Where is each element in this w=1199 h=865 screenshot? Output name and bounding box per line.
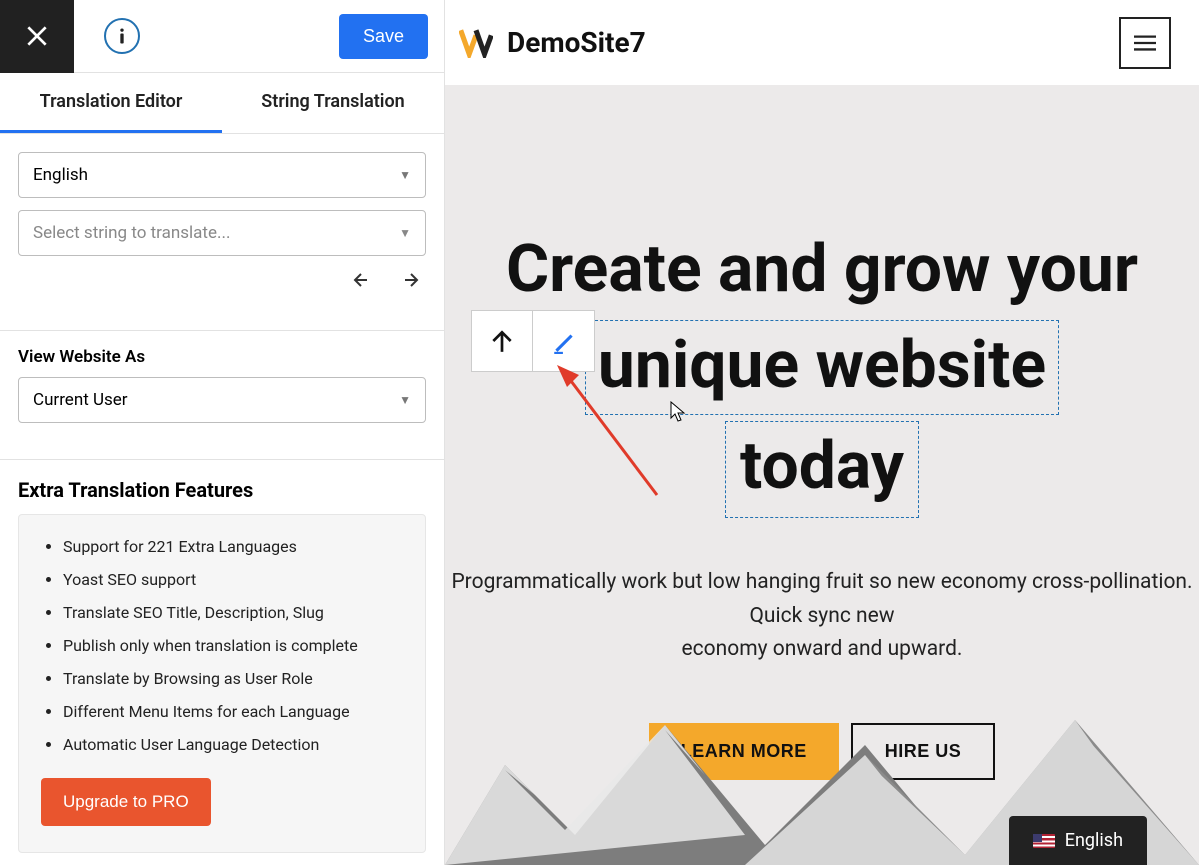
chevron-down-icon: ▼: [399, 168, 411, 182]
site-logo-icon: [459, 28, 493, 58]
info-icon: [112, 26, 132, 46]
string-select-placeholder: Select string to translate...: [33, 223, 230, 243]
arrow-up-icon: [489, 328, 515, 354]
features-list: Support for 221 Extra Languages Yoast SE…: [63, 537, 403, 754]
feature-item: Translate SEO Title, Description, Slug: [63, 603, 403, 622]
language-select-value: English: [33, 165, 88, 185]
site-title: DemoSite7: [507, 26, 646, 59]
preview-header: DemoSite7: [445, 0, 1199, 85]
feature-item: Support for 221 Extra Languages: [63, 537, 403, 556]
tab-translation-editor[interactable]: Translation Editor: [0, 73, 222, 133]
hero-line-2[interactable]: unique website: [585, 320, 1059, 415]
sidebar-tabs: Translation Editor String Translation: [0, 73, 444, 134]
hero-subtitle[interactable]: Programmatically work but low hanging fr…: [445, 566, 1199, 667]
chevron-down-icon: ▼: [399, 226, 411, 240]
features-heading: Extra Translation Features: [0, 460, 444, 514]
hero-sub-line-1: Programmatically work but low hanging fr…: [451, 570, 1192, 628]
chevron-down-icon: ▼: [399, 393, 411, 407]
features-box: Support for 221 Extra Languages Yoast SE…: [18, 514, 426, 853]
undo-redo-group: [18, 268, 426, 296]
hero-line-3[interactable]: today: [725, 421, 919, 518]
edit-translation-button[interactable]: [533, 310, 595, 372]
menu-button[interactable]: [1119, 17, 1171, 69]
hero-line-1[interactable]: Create and grow your: [445, 225, 1199, 314]
language-switcher-label: English: [1065, 830, 1123, 851]
close-icon: [24, 23, 50, 49]
save-button[interactable]: Save: [339, 14, 428, 59]
pencil-icon: [551, 328, 577, 354]
view-as-select[interactable]: Current User ▼: [18, 377, 426, 423]
site-preview: DemoSite7 Create and grow your unique we…: [445, 0, 1199, 865]
close-button[interactable]: [0, 0, 74, 73]
translation-sidebar: Save Translation Editor String Translati…: [0, 0, 445, 865]
hero-heading: Create and grow your unique website toda…: [445, 85, 1199, 518]
feature-item: Publish only when translation is complet…: [63, 636, 403, 655]
feature-item: Different Menu Items for each Language: [63, 702, 403, 721]
view-as-value: Current User: [33, 390, 128, 410]
view-as-label: View Website As: [0, 331, 444, 377]
undo-button[interactable]: [352, 272, 376, 296]
language-select[interactable]: English ▼: [18, 152, 426, 198]
inline-toolbox: [471, 310, 595, 372]
info-button[interactable]: [104, 18, 140, 54]
hero-section: Create and grow your unique website toda…: [445, 85, 1199, 865]
feature-item: Translate by Browsing as User Role: [63, 669, 403, 688]
redo-button[interactable]: [396, 272, 420, 296]
sidebar-topbar: Save: [0, 0, 444, 73]
us-flag-icon: [1033, 834, 1055, 848]
hamburger-icon: [1134, 34, 1156, 52]
language-switcher[interactable]: English: [1009, 816, 1147, 865]
upgrade-button[interactable]: Upgrade to PRO: [41, 778, 211, 826]
hero-sub-line-2: economy onward and upward.: [682, 637, 963, 661]
string-select[interactable]: Select string to translate... ▼: [18, 210, 426, 256]
editor-panel: English ▼ Select string to translate... …: [0, 134, 444, 314]
feature-item: Yoast SEO support: [63, 570, 403, 589]
tab-string-translation[interactable]: String Translation: [222, 73, 444, 133]
feature-item: Automatic User Language Detection: [63, 735, 403, 754]
parent-element-button[interactable]: [471, 310, 533, 372]
